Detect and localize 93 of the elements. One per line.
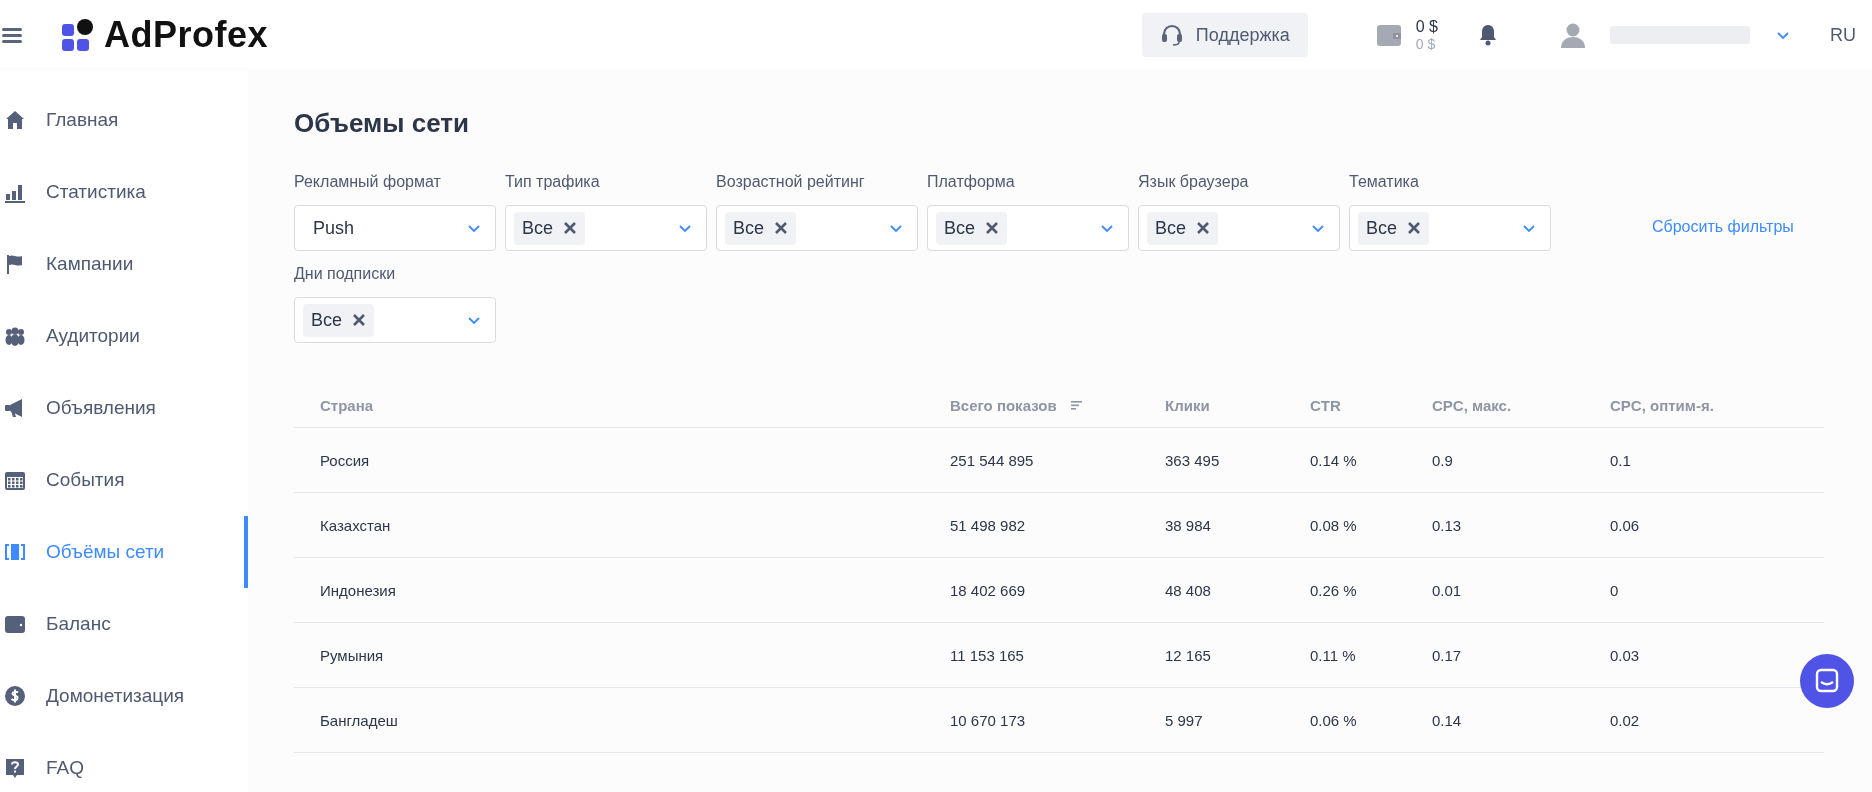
table-cell: 0.06 bbox=[1610, 516, 1640, 534]
logo-icon bbox=[62, 18, 96, 52]
table-cell: 0.14 % bbox=[1310, 451, 1357, 469]
sidebar-item[interactable]: Объявления bbox=[0, 372, 248, 444]
remove-icon[interactable] bbox=[774, 221, 789, 235]
filter-dropdown[interactable]: Все bbox=[1349, 205, 1551, 251]
remove-icon[interactable] bbox=[1196, 221, 1211, 235]
table-cell: 0.08 % bbox=[1310, 516, 1357, 534]
sidebar-item[interactable]: Статистика bbox=[0, 156, 248, 228]
sidebar-item[interactable]: Главная bbox=[0, 84, 248, 156]
sidebar-item[interactable]: События bbox=[0, 444, 248, 516]
wallet-icon[interactable] bbox=[1375, 22, 1402, 48]
calendar-icon bbox=[4, 469, 26, 491]
balance-amount: 0 $ bbox=[1415, 18, 1438, 36]
table-cell: 18 402 669 bbox=[950, 581, 1026, 599]
table-cell: 51 498 982 bbox=[950, 516, 1026, 534]
chevron-down-icon bbox=[467, 315, 481, 325]
table-cell: 0.13 bbox=[1432, 516, 1462, 534]
language-button[interactable]: RU bbox=[1826, 20, 1860, 50]
filter-label: Дни подписки bbox=[294, 265, 397, 283]
table-cell: Румыния bbox=[320, 646, 384, 664]
remove-icon[interactable] bbox=[1407, 221, 1422, 235]
filter-label: Рекламный формат bbox=[294, 173, 442, 191]
sidebar-item[interactable]: Аудитории bbox=[0, 300, 248, 372]
filter-dropdown[interactable]: Все bbox=[927, 205, 1129, 251]
table-cell: 5 997 bbox=[1165, 711, 1203, 729]
table-cell: 0.14 bbox=[1432, 711, 1462, 729]
table-cell: Индонезия bbox=[320, 581, 396, 599]
filter-dropdown[interactable]: Push bbox=[294, 205, 496, 251]
table-cell: 0.9 bbox=[1432, 451, 1453, 469]
chat-icon[interactable] bbox=[1800, 654, 1854, 708]
filter-dropdown[interactable]: Все bbox=[716, 205, 918, 251]
filter-label: Тематика bbox=[1349, 173, 1420, 191]
table-cell: 0.02 bbox=[1610, 711, 1640, 729]
table-cell: 0.03 bbox=[1610, 646, 1640, 664]
table-cell: 10 670 173 bbox=[950, 711, 1026, 729]
table-cell: 0.17 bbox=[1432, 646, 1462, 664]
table-cell: Казахстан bbox=[320, 516, 391, 534]
chevron-down-icon bbox=[1100, 223, 1114, 233]
remove-icon[interactable] bbox=[352, 313, 367, 327]
table-cell: 0.06 % bbox=[1310, 711, 1357, 729]
sidebar-item[interactable]: Кампании bbox=[0, 228, 248, 300]
filter-dropdown[interactable]: Все bbox=[505, 205, 707, 251]
filter-chip: Все bbox=[303, 303, 375, 337]
chevron-down-icon bbox=[889, 223, 903, 233]
filter-chip: Все bbox=[936, 211, 1008, 245]
table-cell: Россия bbox=[320, 451, 370, 469]
filter-label: Возрастной рейтинг bbox=[716, 173, 866, 191]
table-cell: 363 495 bbox=[1165, 451, 1220, 469]
table-cell: 0.11 % bbox=[1310, 646, 1356, 664]
home-icon bbox=[4, 109, 26, 131]
table-cell: 0.26 % bbox=[1310, 581, 1357, 599]
chevron-down-icon bbox=[678, 223, 692, 233]
table-cell: 48 408 bbox=[1165, 581, 1211, 599]
headset-icon bbox=[1159, 23, 1184, 47]
chevron-down-icon bbox=[1522, 223, 1536, 233]
table-cell: 0.1 bbox=[1610, 451, 1631, 469]
filter-dropdown[interactable]: Все bbox=[294, 297, 496, 343]
table-cell: 38 984 bbox=[1165, 516, 1211, 534]
wallet-icon bbox=[4, 613, 26, 635]
filter-chip: Все bbox=[1147, 211, 1219, 245]
people-icon bbox=[4, 325, 26, 347]
selected-value: Push bbox=[313, 217, 355, 239]
bell-icon[interactable] bbox=[1478, 24, 1498, 46]
table-cell: 11 153 165 bbox=[950, 646, 1024, 664]
remove-icon[interactable] bbox=[563, 221, 578, 235]
balance-secondary-amount: 0 $ bbox=[1415, 36, 1436, 52]
table-cell: 0.01 bbox=[1432, 581, 1462, 599]
table-cell: 0 bbox=[1610, 581, 1619, 599]
support-button[interactable]: Поддержка bbox=[1141, 13, 1308, 57]
filter-dropdown[interactable]: Все bbox=[1138, 205, 1340, 251]
page-title: Объемы сети bbox=[294, 108, 470, 139]
filter-chip: Все bbox=[1358, 211, 1430, 245]
sidebar-item[interactable]: FAQ bbox=[0, 732, 248, 792]
dollar-icon bbox=[4, 685, 26, 707]
table-cell: 251 544 895 bbox=[950, 451, 1034, 469]
logo-text[interactable]: AdProfex bbox=[104, 14, 269, 56]
filter-label: Тип трафика bbox=[505, 173, 601, 191]
sort-icon[interactable] bbox=[1070, 400, 1083, 410]
sidebar-item[interactable]: Баланс bbox=[0, 588, 248, 660]
filter-chip: Все bbox=[514, 211, 586, 245]
chevron-down-icon[interactable] bbox=[1776, 30, 1790, 40]
sidebar-item[interactable]: Домонетизация bbox=[0, 660, 248, 732]
table-cell: 12 165 bbox=[1165, 646, 1211, 664]
filter-chip: Все bbox=[725, 211, 797, 245]
filter-label: Язык браузера bbox=[1138, 173, 1250, 191]
table-cell: Бангладеш bbox=[320, 711, 398, 729]
remove-icon[interactable] bbox=[985, 221, 1000, 235]
menu-icon[interactable] bbox=[2, 27, 22, 43]
chevron-down-icon bbox=[467, 223, 481, 233]
filter-label: Платформа bbox=[927, 173, 1016, 191]
chevron-down-icon bbox=[1311, 223, 1325, 233]
faq-icon bbox=[4, 757, 26, 779]
